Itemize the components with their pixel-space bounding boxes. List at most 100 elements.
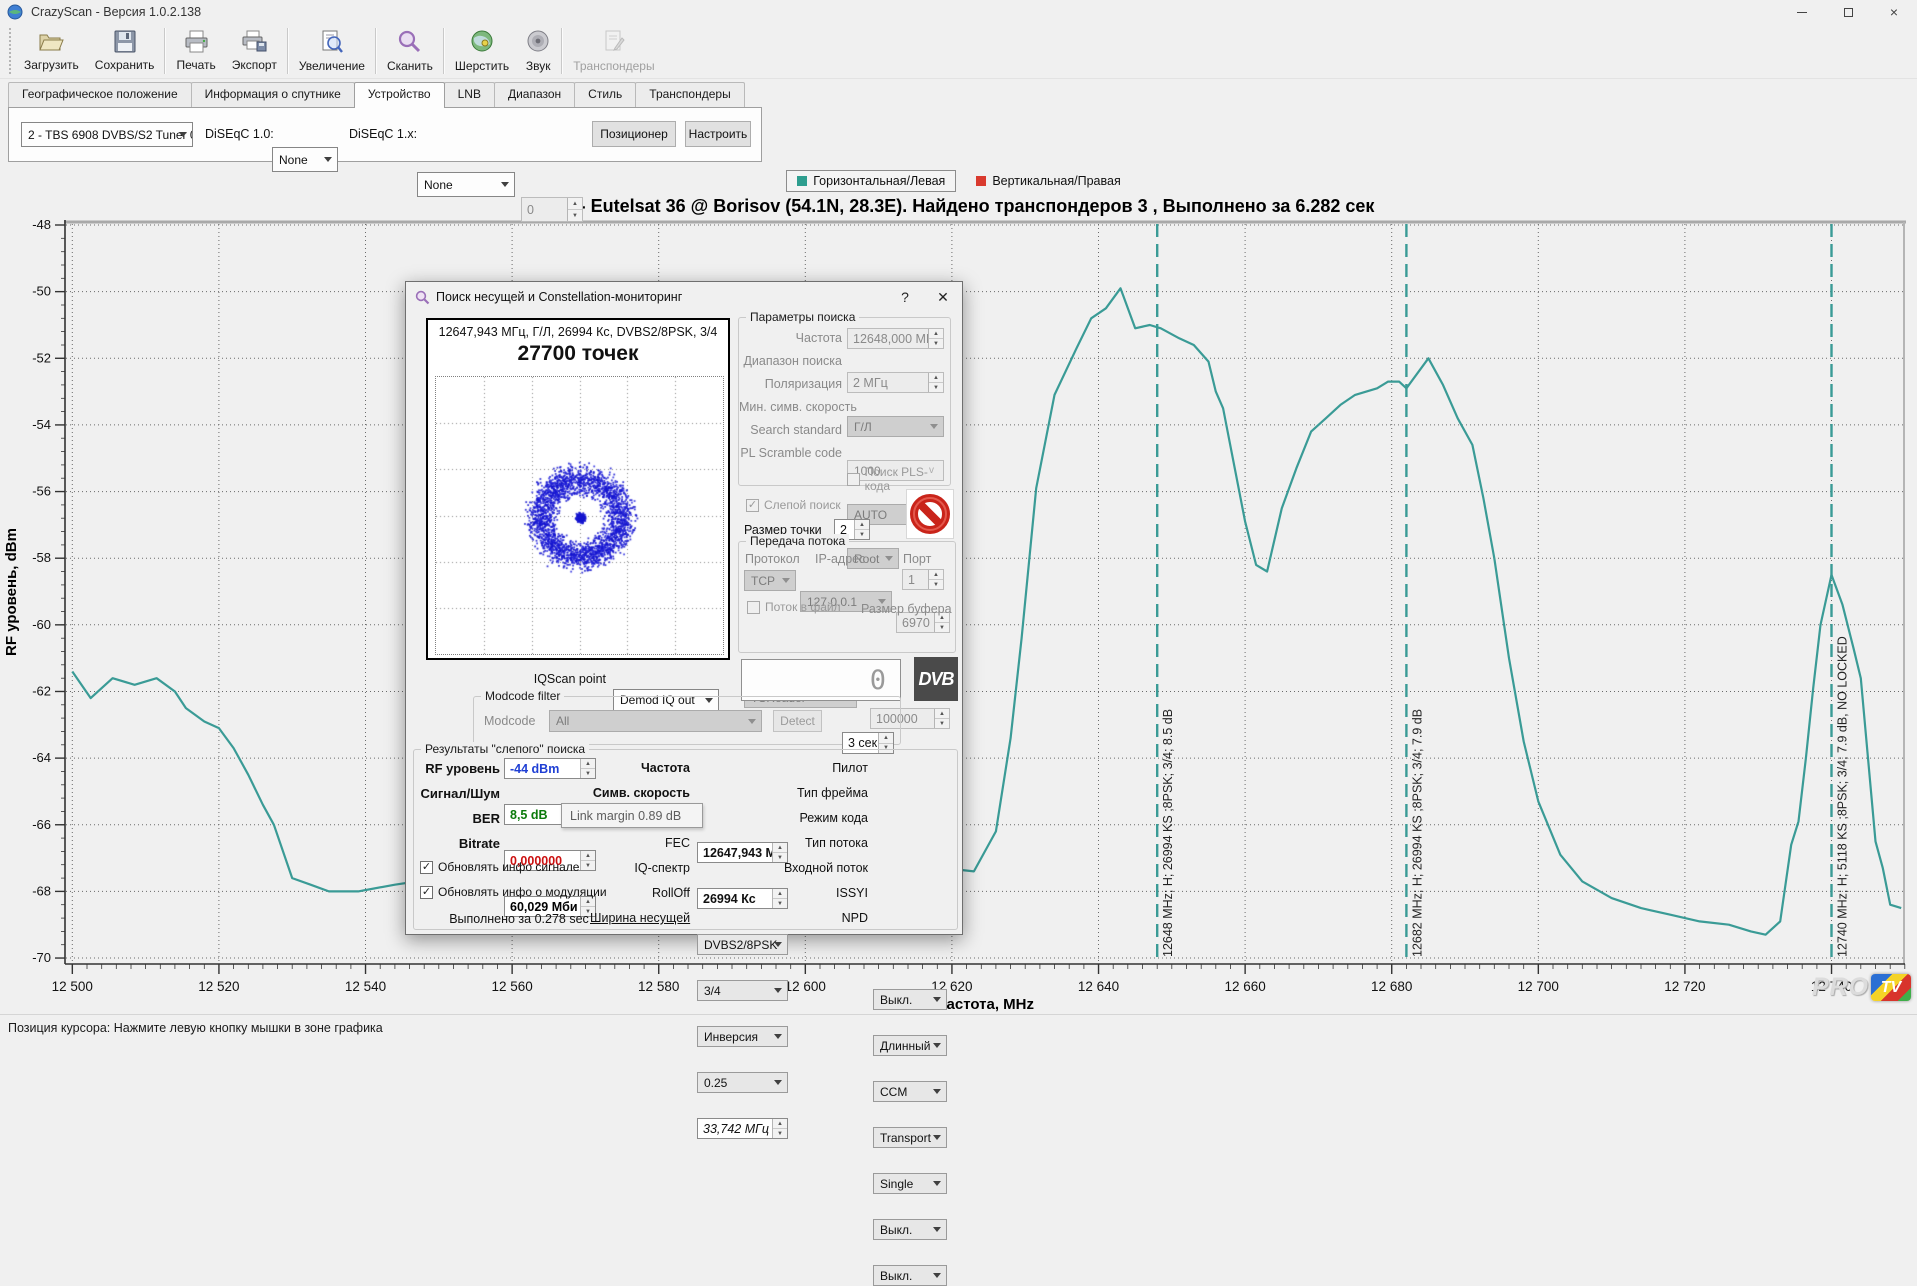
tab-4[interactable]: Диапазон [494,82,575,107]
result-value: -44 dBm [510,762,559,776]
result-dropdown[interactable]: CCM [873,1081,947,1102]
stop-button[interactable] [906,489,954,539]
spinner-arrows-icon[interactable]: ▲▼ [928,329,943,348]
carrier-search-dialog: Поиск несущей и Constellation-мониторинг… [405,281,963,935]
toolbar-button-print[interactable]: Печать [168,24,223,78]
result-dropdown[interactable]: 3/4 [697,980,788,1001]
result-dropdown[interactable]: Выкл. [873,1219,947,1240]
constellation-canvas [436,377,723,654]
svg-text:12 600: 12 600 [785,979,826,994]
iqscan-label: IQScan point [506,672,606,686]
spinner-arrows-icon[interactable]: ▲▼ [772,1119,787,1138]
result-label: Частота [590,761,690,775]
update-info-checkbox[interactable]: ✓Обновлять инфо о модуляции [420,885,607,899]
dialog-help-button[interactable]: ? [888,282,922,312]
position-stepper[interactable]: 0 ▲▼ [521,197,583,222]
spinner-arrows-icon[interactable]: ▲▼ [934,709,949,728]
result-value: 33,742 МГц [703,1122,769,1136]
results-group-label: Результаты "слепого" поиска [421,742,589,756]
minimize-button[interactable] [1779,0,1825,24]
toolbar-button-zoom-page[interactable]: Увеличение [291,24,373,78]
diseqc1x-select[interactable]: None [417,172,515,197]
spinner-arrows-icon[interactable]: ▲▼ [928,373,943,392]
tab-0[interactable]: Географическое положение [8,82,192,107]
save-icon [112,29,138,57]
param-stepper-0[interactable]: 12648,000 МГц▲▼ [847,328,944,349]
toolbar-separator [561,28,563,74]
positioner-button[interactable]: Позиционер [592,121,676,147]
toolbar-button-transponders: Транспондеры [565,24,662,78]
toolbar-button-label: Печать [176,58,215,72]
port-value: 6970 [902,616,930,630]
blind-search-checkbox[interactable]: ✓ Слепой поиск [746,498,841,512]
result-dropdown[interactable]: Выкл. [873,989,947,1010]
toolbar-button-globe-scan[interactable]: Шерстить [447,24,517,78]
result-value: Выкл. [880,993,912,1007]
main-toolbar: Загрузить Сохранить Печать ЭкспортУвеличени… [0,24,1917,79]
toolbar-button-label: Сохранить [95,58,155,72]
protocol-select[interactable]: TCP [744,570,796,591]
toolbar-button-save[interactable]: Сохранить [87,24,163,78]
result-dropdown[interactable]: Transport [873,1127,947,1148]
result-dropdown[interactable]: Выкл. [873,1265,947,1286]
result-label: Пилот [758,761,868,775]
chevron-down-icon [933,997,941,1002]
result-label: Bitrate [414,836,500,851]
stream-to-file-checkbox[interactable]: Поток в файл [747,600,841,614]
dialog-close-button[interactable]: ✕ [926,282,960,312]
maximize-button[interactable] [1825,0,1871,24]
toolbar-button-sound[interactable]: Звук [517,24,559,78]
update-info-checkbox[interactable]: ✓Обновлять инфо сигнале [420,860,579,874]
protocol-label: Протокол [745,552,801,566]
tab-active-2[interactable]: Устройство [354,82,445,108]
rf-curve [72,288,1901,934]
ip-label: IP-адрес [815,552,869,566]
toolbar-grip[interactable] [9,28,13,74]
svg-text:12 660: 12 660 [1224,979,1265,994]
spinner-arrows-icon[interactable]: ▲▼ [567,198,582,221]
svg-text:12 500: 12 500 [52,979,93,994]
result-dropdown[interactable]: DVBS2/8PSK [697,934,788,955]
device-panel: 2 - TBS 6908 DVBS/S2 Tuner 0 DiSEqC 1.0:… [8,107,762,162]
toolbar-button-label: Загрузить [24,58,79,72]
close-button[interactable]: × [1871,0,1917,24]
result-field-rf-уровень[interactable]: -44 dBm▲▼ [504,758,596,779]
detect-button[interactable]: Detect [773,710,822,732]
svg-text:12 580: 12 580 [638,979,679,994]
result-dropdown[interactable]: Single [873,1173,947,1194]
scan-icon [396,29,423,58]
transponders-icon [601,29,627,58]
configure-button[interactable]: Настроить [685,121,751,147]
chevron-down-icon [782,578,790,583]
dialog-titlebar[interactable]: Поиск несущей и Constellation-мониторинг… [406,282,962,312]
maximize-icon [1844,8,1853,17]
checkbox-label: Обновлять инфо о модуляции [438,885,607,899]
tab-3[interactable]: LNB [444,82,495,107]
close-icon: × [1890,5,1898,19]
checkbox-label: Обновлять инфо сигнале [438,860,579,874]
modcode-label: Modcode [484,714,544,728]
result-dropdown[interactable]: Длинный [873,1035,947,1056]
toolbar-button-open-folder[interactable]: Загрузить [16,24,87,78]
result-dropdown[interactable]: 0.25 [697,1072,788,1093]
svg-text:12 560: 12 560 [491,979,532,994]
result-label: RF уровень [414,761,500,776]
tuner-select[interactable]: 2 - TBS 6908 DVBS/S2 Tuner 0 [21,122,193,147]
toolbar-button-label: Транспондеры [573,59,654,73]
toolbar-button-label: Шерстить [455,59,509,73]
toolbar-button-scan[interactable]: Сканить [379,24,441,78]
tab-5[interactable]: Стиль [574,82,636,107]
chevron-down-icon [179,132,187,137]
param-stepper-1[interactable]: 2 МГц▲▼ [847,372,944,393]
param-dropdown-2[interactable]: Г/Л [847,416,944,437]
tab-1[interactable]: Информация о спутнике [191,82,355,107]
modcode-select[interactable]: All [549,710,762,732]
result-field[interactable]: 33,742 МГц▲▼ [697,1118,788,1139]
spinner-arrows-icon[interactable]: ▲▼ [854,520,869,539]
result-dropdown[interactable]: Инверсия [697,1026,788,1047]
tab-6[interactable]: Транспондеры [635,82,744,107]
diseqc10-select[interactable]: None [272,147,338,172]
checkbox-icon: ✓ [746,499,759,512]
toolbar-button-export[interactable]: Экспорт [224,24,285,78]
results-group: Результаты "слепого" поиска RF уровень-4… [413,749,958,930]
